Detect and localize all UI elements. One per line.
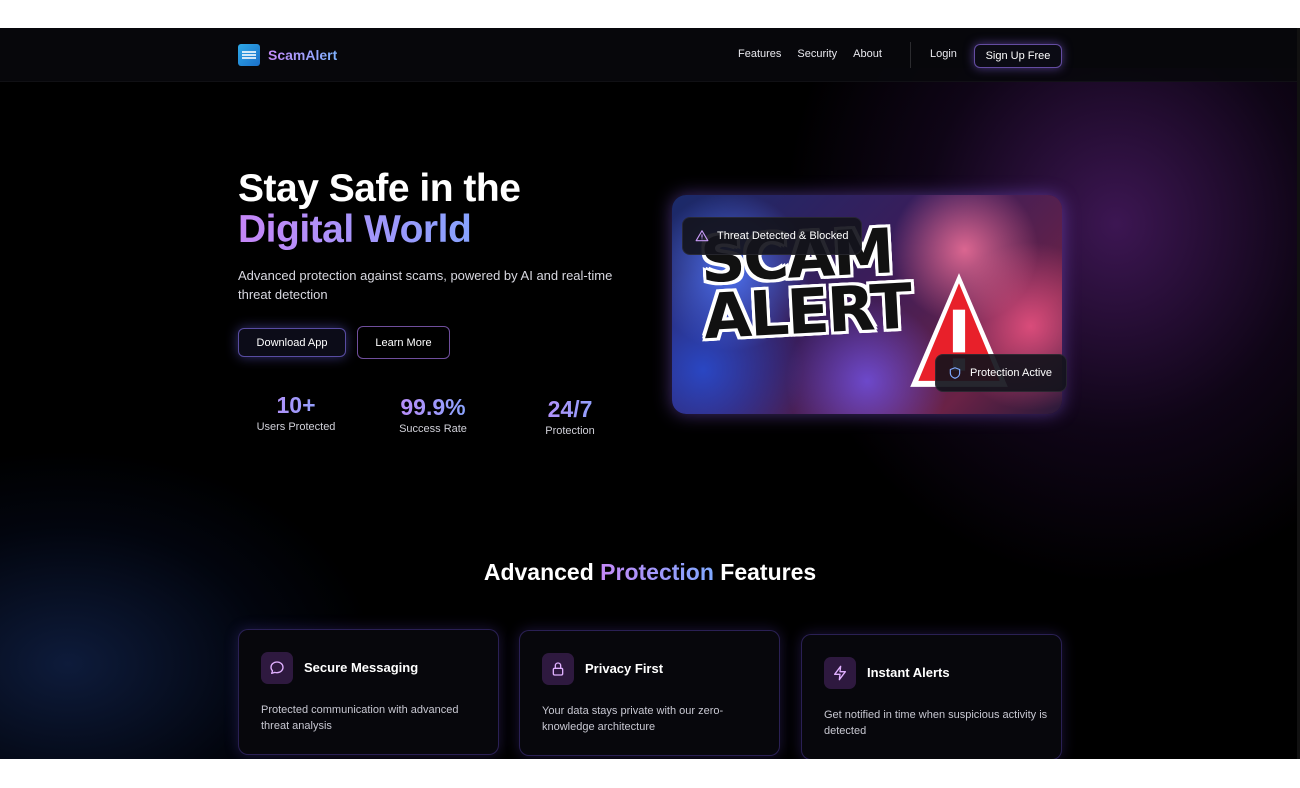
- learn-more-button[interactable]: Learn More: [357, 326, 450, 359]
- nav-link-security[interactable]: Security: [797, 48, 837, 60]
- shield-icon: [949, 367, 961, 379]
- top-navbar: ScamAlert Features Security About Login …: [0, 28, 1300, 82]
- zap-icon: [824, 657, 856, 689]
- brand-logo-icon: [238, 44, 260, 66]
- threat-detected-badge: Threat Detected & Blocked: [682, 217, 862, 255]
- feature-card-title: Secure Messaging: [304, 660, 419, 675]
- feature-card-instant-alerts[interactable]: Instant Alerts Get notified in time when…: [801, 634, 1062, 759]
- stat-value: 99.9%: [383, 394, 483, 421]
- nav-links: Features Security About: [738, 48, 882, 60]
- active-badge-label: Protection Active: [970, 367, 1052, 379]
- feature-card-description: Protected communication with advanced th…: [261, 704, 459, 732]
- alert-triangle-icon: [695, 230, 709, 242]
- nav-link-about[interactable]: About: [853, 48, 882, 60]
- hero-title-line2: Digital World: [238, 209, 520, 250]
- threat-badge-label: Threat Detected & Blocked: [717, 230, 849, 242]
- stat-users: 10+ Users Protected: [246, 392, 346, 433]
- stat-label: Success Rate: [399, 423, 467, 435]
- nav-link-features[interactable]: Features: [738, 48, 781, 60]
- feature-card-privacy-first[interactable]: Privacy First Your data stays private wi…: [519, 630, 780, 756]
- page-viewport: ScamAlert Features Security About Login …: [0, 28, 1300, 759]
- stat-value: 24/7: [520, 396, 620, 423]
- hero-title: Stay Safe in the Digital World: [238, 167, 521, 250]
- download-app-button[interactable]: Download App: [238, 328, 346, 357]
- feature-card-description: Get notified in time when suspicious act…: [824, 709, 1048, 737]
- message-icon: [261, 652, 293, 684]
- features-heading: Advanced Protection Features: [0, 559, 1300, 586]
- features-heading-pre: Advanced: [483, 559, 601, 585]
- login-link[interactable]: Login: [930, 48, 957, 60]
- feature-card-secure-messaging[interactable]: Secure Messaging Protected communication…: [238, 629, 499, 755]
- brand[interactable]: ScamAlert: [238, 44, 337, 66]
- stat-label: Users Protected: [256, 421, 336, 433]
- hero-subtitle: Advanced protection against scams, power…: [238, 268, 613, 302]
- feature-card-title: Instant Alerts: [867, 665, 950, 680]
- stat-success: 99.9% Success Rate: [383, 394, 483, 435]
- signup-button[interactable]: Sign Up Free: [974, 44, 1062, 68]
- brand-name: ScamAlert: [268, 47, 338, 63]
- stat-label: Protection: [545, 425, 595, 437]
- features-heading-accent: Protection: [600, 559, 714, 585]
- feature-card-title: Privacy First: [585, 661, 664, 676]
- features-heading-post: Features: [713, 559, 817, 585]
- hero-title-line1: Stay Safe in the: [238, 167, 521, 210]
- nav-divider: [910, 42, 911, 68]
- feature-card-description: Your data stays private with our zero-kn…: [542, 705, 724, 733]
- lock-icon: [542, 653, 574, 685]
- stat-protection: 24/7 Protection: [520, 396, 620, 437]
- stat-value: 10+: [246, 392, 346, 419]
- protection-active-badge: Protection Active: [935, 354, 1067, 392]
